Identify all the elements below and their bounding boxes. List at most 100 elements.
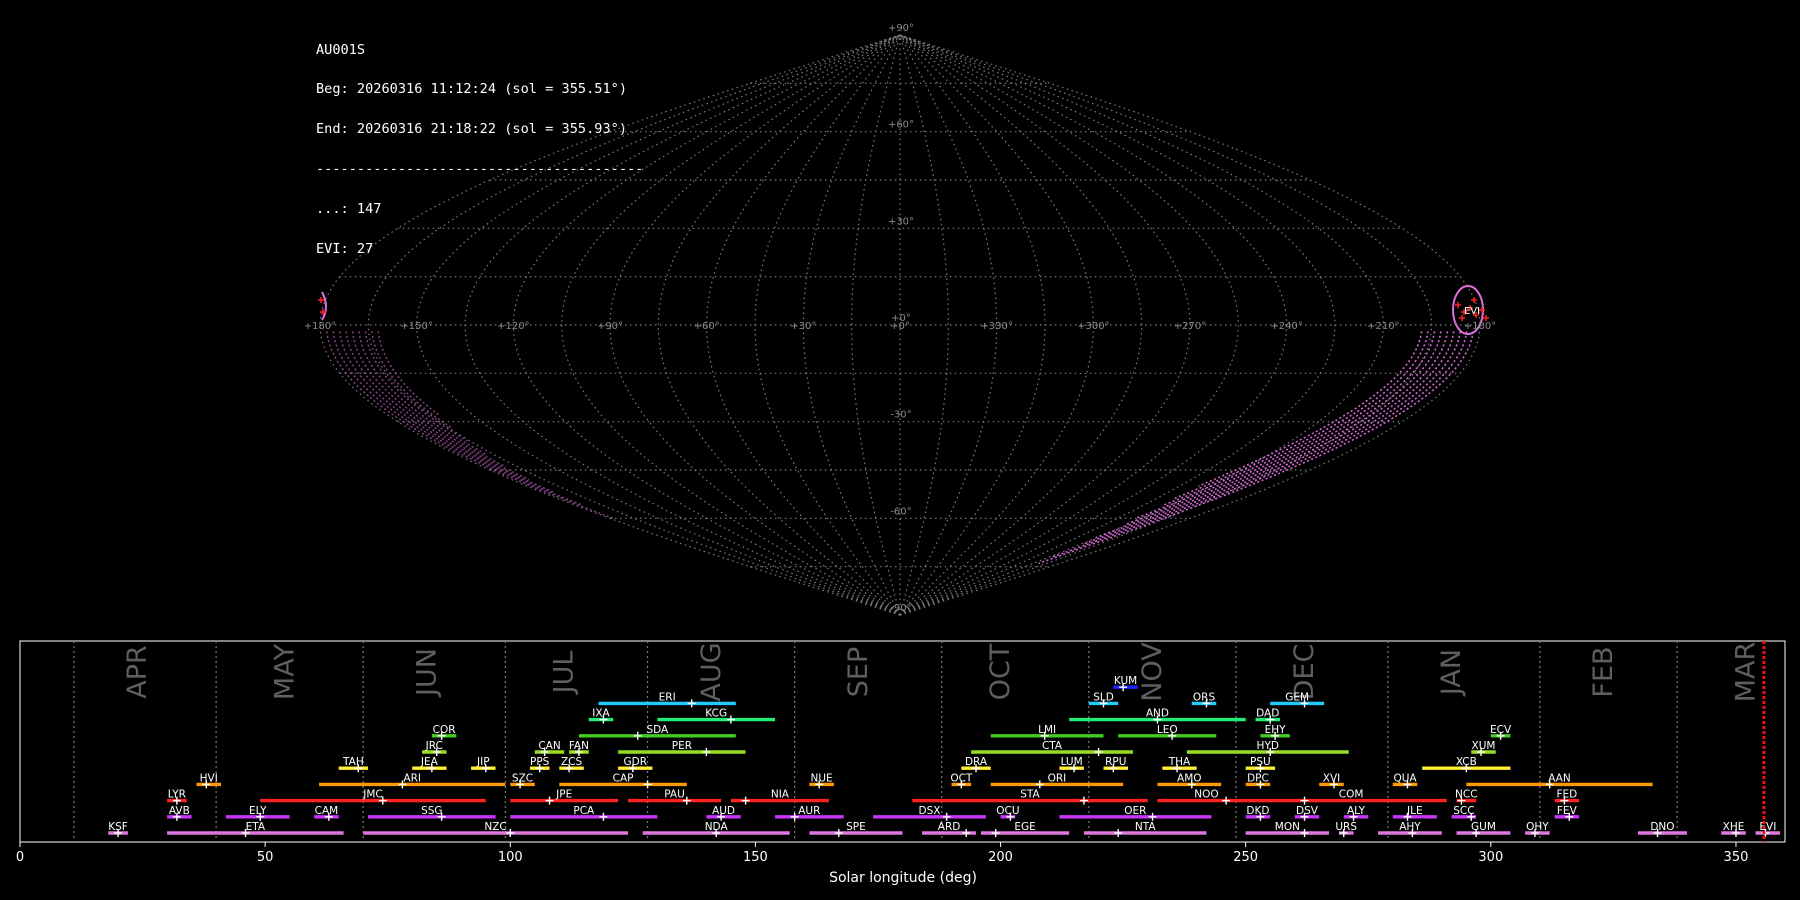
- lat-label: +30°: [888, 216, 914, 227]
- shower-label: GUM: [1471, 821, 1496, 833]
- shower-label: XHE: [1723, 821, 1745, 833]
- shower-label: AVB: [169, 805, 190, 817]
- shower-label: SSG: [421, 805, 442, 817]
- shower-label: NUE: [811, 772, 833, 784]
- shower-label: CAM: [315, 805, 339, 817]
- meteor-track: [1082, 331, 1462, 545]
- meteor-track: [338, 331, 556, 494]
- shower-label: URS: [1335, 821, 1357, 833]
- shower-label: SDA: [646, 724, 669, 736]
- shower-label: ORI: [1048, 772, 1067, 784]
- shower-label: AUR: [798, 805, 820, 817]
- x-tick-label: 350: [1724, 850, 1749, 865]
- shower-label: COM: [1339, 789, 1364, 801]
- shower-label: DRA: [965, 756, 988, 768]
- shower-label: AAN: [1548, 772, 1571, 784]
- shower-label: XCB: [1456, 756, 1477, 768]
- shower-label: QUA: [1393, 772, 1417, 784]
- month-label: JUL: [549, 651, 580, 696]
- meteor-track: [1124, 331, 1449, 526]
- shower-label: TAH: [342, 756, 364, 768]
- shower-label: PAU: [664, 789, 685, 801]
- month-label: MAR: [1730, 642, 1761, 703]
- month-label: NOV: [1137, 642, 1168, 702]
- shower-label: ARD: [938, 821, 961, 833]
- month-label: JUN: [411, 648, 442, 698]
- west-edge-track: [321, 291, 327, 321]
- meteor-track: [1135, 331, 1442, 520]
- shower-label: ZCS: [561, 756, 583, 768]
- shower-label: ORS: [1193, 691, 1216, 703]
- shower-label: AND: [1146, 708, 1169, 720]
- month-label: MAY: [269, 643, 300, 700]
- shower-label: SPE: [846, 821, 866, 833]
- shower-label: LEO: [1157, 724, 1178, 736]
- month-label: FEB: [1588, 646, 1619, 697]
- lon-label: +120°: [497, 321, 529, 332]
- meteor-track: [326, 331, 614, 520]
- shower-label: SLD: [1093, 691, 1114, 703]
- shower-label: ERI: [659, 691, 676, 703]
- lon-label: +90°: [597, 321, 623, 332]
- shower-label: GEM: [1285, 691, 1309, 703]
- shower-label: DAD: [1256, 708, 1279, 720]
- shower-label: MON: [1275, 821, 1300, 833]
- lon-label: +180°: [1464, 321, 1496, 332]
- meteor-track: [1095, 331, 1455, 539]
- shower-label: SZC: [512, 772, 533, 784]
- meteor-track: [1052, 331, 1468, 558]
- lat-label: -90°: [890, 603, 911, 614]
- shower-label: XUM: [1472, 740, 1496, 752]
- meteor-track: [332, 331, 584, 507]
- shower-label: NCC: [1455, 789, 1478, 801]
- shower-label: FEV: [1557, 805, 1578, 817]
- meteor-track: [1038, 331, 1474, 565]
- shower-label: GDR: [624, 756, 648, 768]
- shower-label: JIP: [476, 756, 490, 768]
- shower-label: JRC: [425, 740, 443, 752]
- shower-label: PER: [672, 740, 692, 752]
- shower-label: DSV: [1296, 805, 1319, 817]
- shower-label: JMC: [362, 789, 383, 801]
- shower-label: AHY: [1399, 821, 1421, 833]
- shower-label: AUD: [712, 805, 735, 817]
- month-label: OCT: [985, 643, 1016, 700]
- shower-label: PPS: [530, 756, 550, 768]
- shower-label: EGE: [1014, 821, 1035, 833]
- shower-label: IXA: [592, 708, 610, 720]
- shower-label: FAN: [569, 740, 589, 752]
- shower-label: DKD: [1246, 805, 1269, 817]
- x-tick-label: 300: [1478, 850, 1503, 865]
- shower-label: COR: [433, 724, 456, 736]
- sky-labels: +90° +60° +30° +0° -30° -60° -90° +180° +150° +12…: [304, 23, 1496, 614]
- month-label: SEP: [843, 647, 874, 697]
- lon-label: +30°: [790, 321, 816, 332]
- shower-label: LUM: [1061, 756, 1083, 768]
- x-tick-label: 200: [988, 850, 1013, 865]
- shower-label: THA: [1168, 756, 1191, 768]
- shower-label: OCT: [950, 772, 973, 784]
- shower-label: CAP: [613, 772, 634, 784]
- lon-label: +0°: [890, 321, 910, 332]
- meteor-track: [364, 331, 468, 442]
- evi-radiant-label: EVI: [1464, 306, 1480, 317]
- shower-label: NOO: [1194, 789, 1218, 801]
- lat-label: -60°: [890, 506, 911, 517]
- shower-label: OHY: [1526, 821, 1549, 833]
- x-tick-label: 250: [1233, 850, 1258, 865]
- lon-label: +300°: [1077, 321, 1109, 332]
- meteor-track: [1162, 331, 1436, 507]
- shower-label: DNO: [1650, 821, 1674, 833]
- lon-label: +180°: [304, 321, 336, 332]
- shower-label: ALY: [1347, 805, 1366, 817]
- shower-label: NZC: [484, 821, 506, 833]
- shower-label: KSF: [108, 821, 128, 833]
- shower-label: ETA: [246, 821, 266, 833]
- meteor-track: [371, 331, 453, 429]
- lat-label: +90°: [888, 23, 914, 34]
- shower-label: EVI: [1759, 821, 1776, 833]
- shower-label: AMO: [1177, 772, 1202, 784]
- timeline-frame: [19, 640, 1786, 843]
- meridian-line: [416, 34, 901, 616]
- x-tick-label: 0: [16, 850, 24, 865]
